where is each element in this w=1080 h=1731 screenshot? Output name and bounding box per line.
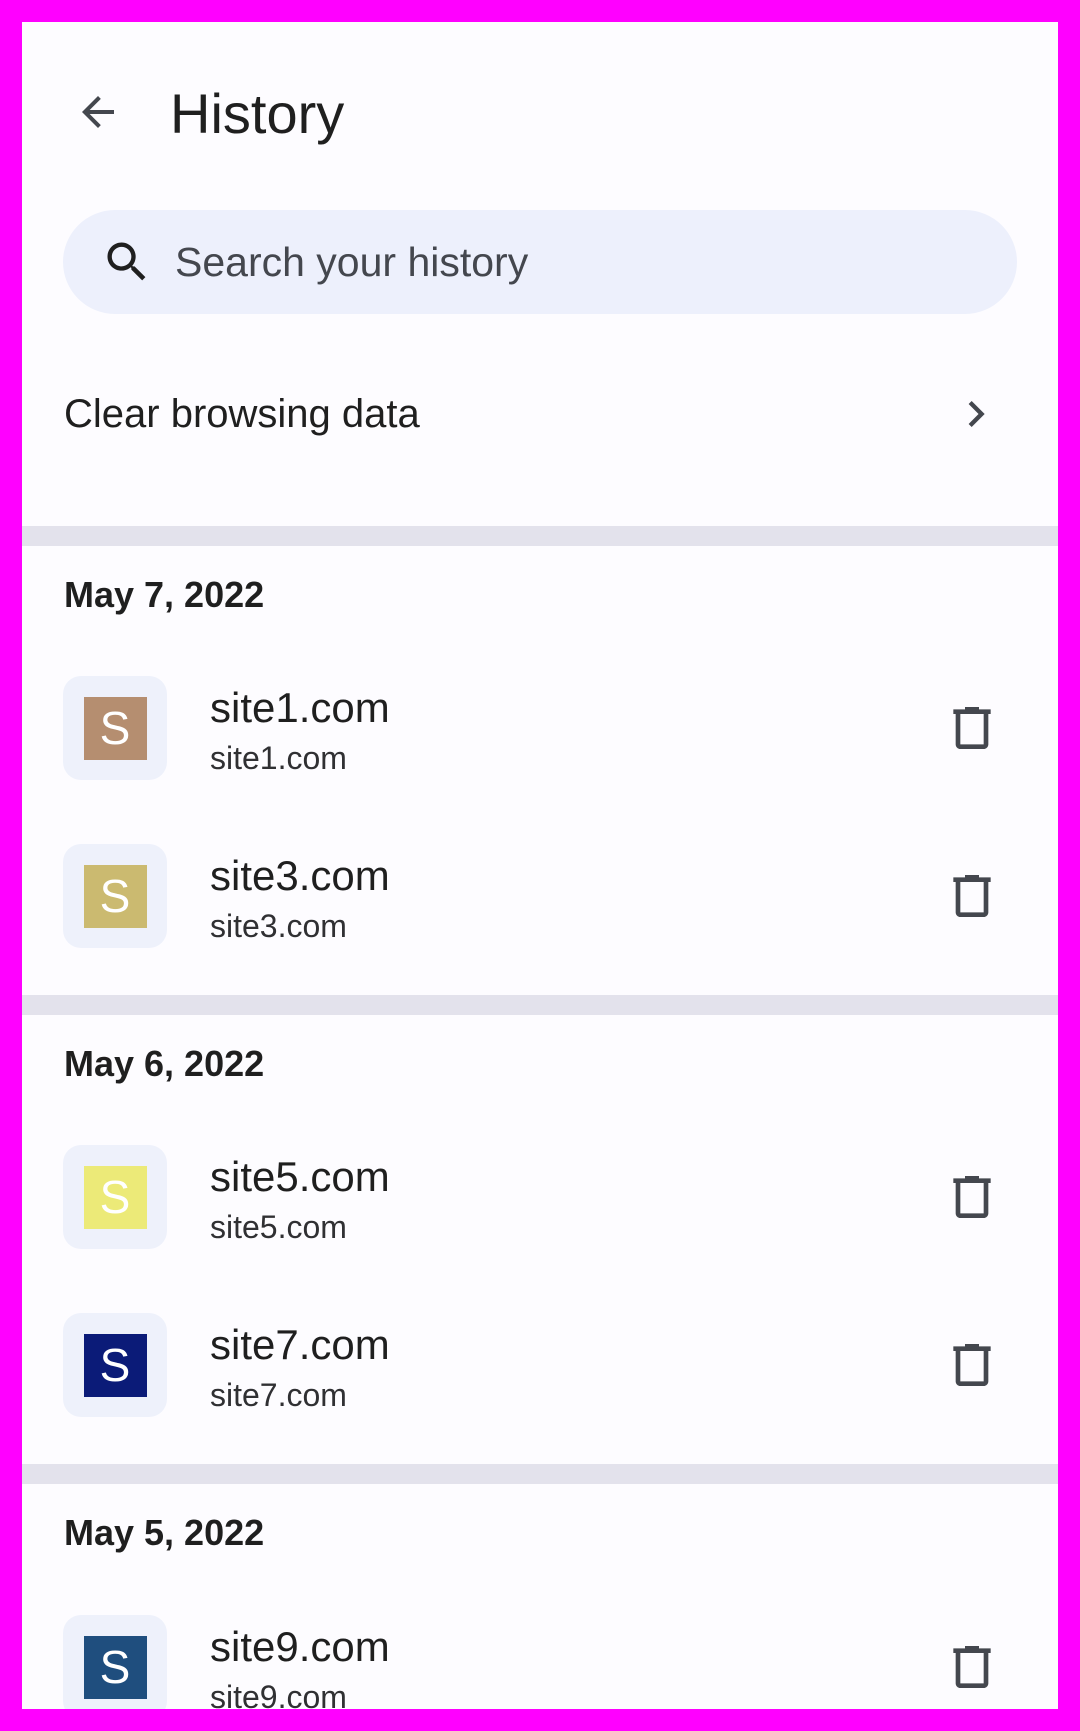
favicon: S <box>83 1165 147 1229</box>
favicon-container: S <box>63 1313 167 1417</box>
section-divider <box>22 1464 1058 1484</box>
entry-url: site7.com <box>210 1377 347 1413</box>
clear-browsing-data-label: Clear browsing data <box>64 391 420 436</box>
trash-icon <box>953 1344 991 1386</box>
entry-url: site5.com <box>210 1209 347 1245</box>
favicon: S <box>83 696 147 760</box>
entry-url: site1.com <box>210 740 347 776</box>
back-button[interactable] <box>68 82 128 142</box>
search-input[interactable] <box>175 238 935 286</box>
entry-title: site1.com <box>210 684 390 731</box>
history-entry[interactable]: S site3.com site3.com <box>22 830 1058 960</box>
date-header: May 7, 2022 <box>64 574 265 615</box>
trash-icon <box>953 1176 991 1218</box>
entry-url: site9.com <box>210 1679 347 1709</box>
favicon: S <box>83 864 147 928</box>
delete-button[interactable] <box>942 866 1002 926</box>
top-app-bar: History <box>22 22 1058 192</box>
search-bar[interactable] <box>63 210 1017 314</box>
chevron-right-icon <box>950 388 1002 440</box>
entry-title: site9.com <box>210 1623 390 1670</box>
favicon-container: S <box>63 1145 167 1249</box>
history-entry[interactable]: S site9.com site9.com <box>22 1601 1058 1709</box>
favicon: S <box>83 1635 147 1699</box>
section-divider <box>22 526 1058 546</box>
entry-title: site7.com <box>210 1321 390 1368</box>
delete-button[interactable] <box>942 1335 1002 1395</box>
trash-icon <box>953 1646 991 1688</box>
delete-button[interactable] <box>942 698 1002 758</box>
favicon: S <box>83 1333 147 1397</box>
date-header: May 6, 2022 <box>64 1043 265 1084</box>
clear-browsing-data-row[interactable]: Clear browsing data <box>22 352 1058 476</box>
favicon-container: S <box>63 844 167 948</box>
arrow-back-icon <box>82 96 114 128</box>
favicon-container: S <box>63 1615 167 1709</box>
date-header: May 5, 2022 <box>64 1512 265 1553</box>
history-screen: History Clear browsing data May 7, 2022 … <box>22 22 1058 1709</box>
search-icon <box>99 234 155 290</box>
trash-icon <box>953 875 991 917</box>
history-entry[interactable]: S site1.com site1.com <box>22 662 1058 792</box>
trash-icon <box>953 707 991 749</box>
page-title: History <box>170 82 345 145</box>
entry-title: site3.com <box>210 852 390 899</box>
entry-url: site3.com <box>210 908 347 944</box>
delete-button[interactable] <box>942 1637 1002 1697</box>
delete-button[interactable] <box>942 1167 1002 1227</box>
history-entry[interactable]: S site5.com site5.com <box>22 1131 1058 1261</box>
section-divider <box>22 995 1058 1015</box>
history-entry[interactable]: S site7.com site7.com <box>22 1299 1058 1429</box>
entry-title: site5.com <box>210 1153 390 1200</box>
favicon-container: S <box>63 676 167 780</box>
